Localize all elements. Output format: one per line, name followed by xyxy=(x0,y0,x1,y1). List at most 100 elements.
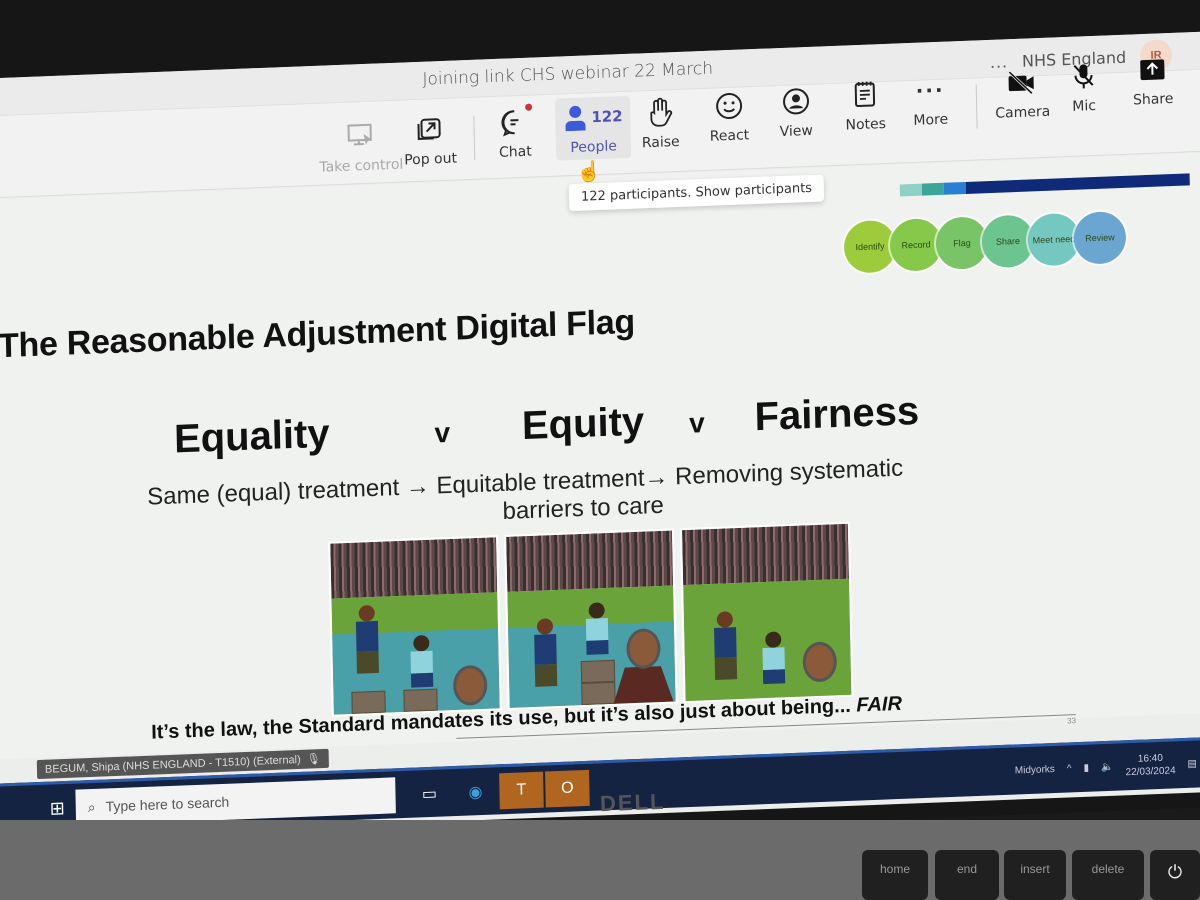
versus-label: v xyxy=(434,416,451,449)
child xyxy=(410,634,434,688)
child xyxy=(585,602,609,655)
view-icon xyxy=(781,85,810,118)
heading-equity: Equity xyxy=(521,399,645,449)
clock-date: 22/03/2024 xyxy=(1125,765,1176,779)
more-label: More xyxy=(913,111,949,129)
raise-label: Raise xyxy=(641,133,680,152)
raise-hand-button[interactable]: Raise xyxy=(641,96,680,151)
pop-out-icon xyxy=(416,113,445,146)
dell-logo: DELL xyxy=(599,788,666,817)
toolbar-separator xyxy=(975,84,978,129)
crate-box xyxy=(351,690,386,714)
view-label: View xyxy=(779,122,814,141)
react-label: React xyxy=(709,127,750,145)
mic-off-icon xyxy=(1070,60,1097,93)
pop-out-label: Pop out xyxy=(404,150,458,169)
task-view-icon[interactable]: ▭ xyxy=(407,775,452,813)
more-button[interactable]: ··· More xyxy=(912,74,948,129)
illustration-panels xyxy=(328,521,854,717)
flow-step-review: Review xyxy=(1073,210,1127,265)
react-button[interactable]: React xyxy=(709,89,750,145)
take-control-icon xyxy=(345,120,376,153)
hand-cursor-icon: ☝ xyxy=(576,160,602,184)
people-label: People xyxy=(570,138,618,157)
search-icon: ⌕ xyxy=(87,798,96,815)
edge-browser-icon[interactable]: ◉ xyxy=(453,773,498,811)
unread-dot xyxy=(525,103,533,111)
take-control-label: Take control xyxy=(319,156,404,176)
key-insert: insert xyxy=(1004,850,1066,900)
slide-subtitle: Same (equal) treatment → Equitable treat… xyxy=(147,449,1048,540)
progress-segment xyxy=(965,173,1190,194)
people-button[interactable]: 122 People xyxy=(554,95,632,161)
stadium-crowd xyxy=(330,537,498,599)
taskbar-search-input[interactable]: ⌕ Type here to search xyxy=(75,777,396,826)
network-label: Midyorks xyxy=(1014,763,1055,777)
concept-headings: Equality v Equity v Fairness xyxy=(174,389,920,463)
system-tray: Midyorks ^ ▮ 🔈 16:40 22/03/2024 ▤ xyxy=(1015,751,1198,784)
screen: Joining link CHS webinar 22 March ... NH… xyxy=(0,31,1200,839)
shared-slide: Identify Record Flag Share Meet need Rev… xyxy=(0,152,1200,760)
search-placeholder: Type here to search xyxy=(105,793,230,815)
versus-label: v xyxy=(688,407,706,439)
heading-fairness: Fairness xyxy=(754,388,920,440)
notes-icon xyxy=(853,78,878,111)
child xyxy=(762,631,786,685)
tall-person xyxy=(534,618,558,687)
stadium-crowd xyxy=(681,523,850,586)
outlook-app-icon[interactable]: O xyxy=(545,769,590,808)
people-icon: 122 xyxy=(563,100,623,134)
camera-label: Camera xyxy=(995,103,1051,122)
notifications-icon[interactable]: ▤ xyxy=(1187,758,1197,769)
progress-segment xyxy=(921,182,944,196)
crate-box xyxy=(403,688,438,712)
flow-step-flag: Flag xyxy=(935,216,989,271)
mic-muted-icon: 🎙 xyxy=(306,753,321,766)
fairness-illustration xyxy=(679,521,854,704)
share-label: Share xyxy=(1132,90,1174,109)
raise-hand-icon xyxy=(647,96,674,129)
tall-person xyxy=(355,604,379,674)
flow-step-identify: Identify xyxy=(843,219,897,274)
share-button[interactable]: Share xyxy=(1132,53,1174,109)
crate-box xyxy=(581,681,616,706)
mic-button[interactable]: Mic xyxy=(1070,60,1097,115)
take-control-button[interactable]: Take control xyxy=(318,119,404,176)
key-home: home xyxy=(862,850,928,900)
power-button-icon: ⏻ xyxy=(1150,850,1200,900)
flow-step-record: Record xyxy=(889,217,943,272)
volume-icon[interactable]: 🔈 xyxy=(1101,761,1114,772)
heading-equality: Equality xyxy=(173,411,331,462)
equality-illustration xyxy=(328,535,502,717)
camera-button[interactable]: Camera xyxy=(994,66,1050,122)
battery-icon[interactable]: ▮ xyxy=(1083,762,1089,773)
participant-count: 122 xyxy=(591,107,623,127)
share-icon xyxy=(1138,53,1167,86)
pop-out-button[interactable]: Pop out xyxy=(403,112,458,169)
chat-button[interactable]: Chat xyxy=(498,103,533,161)
key-end: end xyxy=(935,850,999,900)
smiley-icon xyxy=(715,89,744,122)
tall-person xyxy=(714,611,738,680)
slide-number: 33 xyxy=(1067,716,1077,726)
teams-app-icon[interactable]: T xyxy=(499,771,544,810)
show-hidden-icons-icon[interactable]: ^ xyxy=(1067,763,1072,774)
notes-button[interactable]: Notes xyxy=(845,78,886,134)
progress-segment xyxy=(899,183,923,197)
flow-step-meet-need: Meet need xyxy=(1027,212,1081,267)
taskbar-clock[interactable]: 16:40 22/03/2024 xyxy=(1125,751,1176,779)
process-flow: Identify Record Flag Share Meet need Rev… xyxy=(843,210,1127,274)
slide-progress-bar xyxy=(899,173,1190,197)
camera-off-icon xyxy=(1007,66,1038,99)
chat-icon xyxy=(500,103,533,139)
progress-segment xyxy=(943,181,966,195)
chat-label: Chat xyxy=(498,143,532,161)
crate-box xyxy=(580,659,616,684)
footer-emphasis: FAIR xyxy=(856,692,903,717)
more-icon: ··· xyxy=(915,77,945,103)
view-button[interactable]: View xyxy=(779,85,813,140)
windows-start-icon[interactable]: ⊞ xyxy=(50,798,66,820)
toolbar-separator xyxy=(473,115,476,160)
slide-title: The Reasonable Adjustment Digital Flag xyxy=(0,302,636,366)
stadium-crowd xyxy=(506,530,674,592)
